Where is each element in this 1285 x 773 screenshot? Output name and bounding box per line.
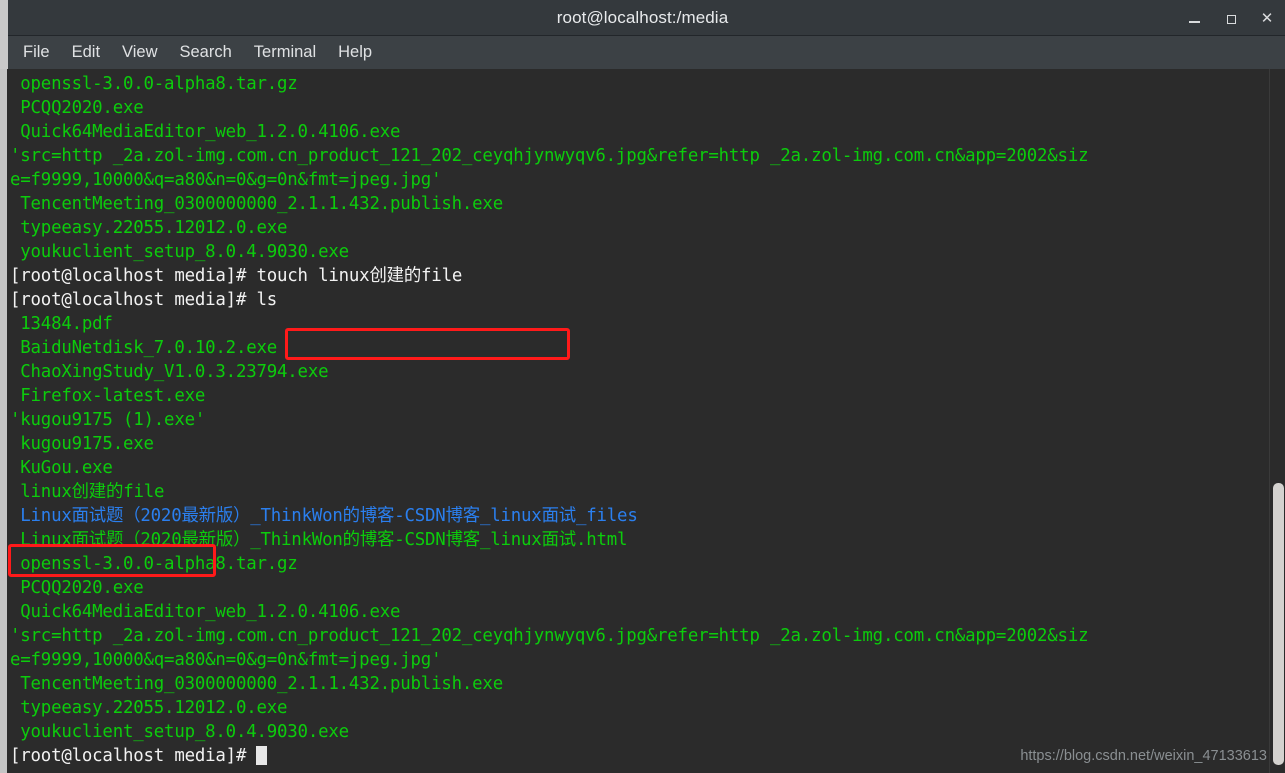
terminal-line: ChaoXingStudy_V1.0.3.23794.exe [10, 362, 329, 382]
menu-bar: File Edit View Search Terminal Help [0, 36, 1285, 69]
terminal-screen[interactable]: openssl-3.0.0-alpha8.tar.gz PCQQ2020.exe… [7, 69, 1269, 773]
terminal-line: e=f9999,10000&q=a80&n=0&g=0n&fmt=jpeg.jp… [10, 650, 442, 670]
terminal-line: PCQQ2020.exe [10, 98, 144, 118]
terminal-window: root@localhost:/media ✕ File Edit View S… [0, 0, 1285, 773]
terminal-body[interactable]: openssl-3.0.0-alpha8.tar.gz PCQQ2020.exe… [0, 69, 1285, 773]
terminal-line: 13484.pdf [10, 314, 113, 334]
terminal-line: youkuclient_setup_8.0.4.9030.exe [10, 722, 349, 742]
title-bar: root@localhost:/media ✕ [0, 0, 1285, 36]
terminal-line: Quick64MediaEditor_web_1.2.0.4106.exe [10, 602, 401, 622]
terminal-line: [root@localhost media]# ls [10, 290, 278, 310]
menu-item-search[interactable]: Search [169, 41, 243, 64]
menu-item-view[interactable]: View [111, 41, 168, 64]
maximize-button[interactable] [1223, 10, 1239, 26]
window-left-edge [0, 0, 8, 36]
terminal-line: Quick64MediaEditor_web_1.2.0.4106.exe [10, 122, 401, 142]
terminal-line: linux创建的file [10, 482, 165, 502]
minimize-button[interactable] [1187, 10, 1203, 26]
terminal-line: typeeasy.22055.12012.0.exe [10, 698, 288, 718]
terminal-line: 'src=http _2a.zol-img.com.cn_product_121… [10, 146, 1089, 166]
menu-item-terminal[interactable]: Terminal [243, 41, 327, 64]
window-title: root@localhost:/media [556, 7, 729, 27]
terminal-line: 'src=http _2a.zol-img.com.cn_product_121… [10, 626, 1089, 646]
terminal-line: Linux面试题（2020最新版）_ThinkWon的博客-CSDN博客_lin… [10, 530, 628, 550]
terminal-cursor [256, 746, 268, 765]
terminal-line: BaiduNetdisk_7.0.10.2.exe [10, 338, 278, 358]
terminal-line: openssl-3.0.0-alpha8.tar.gz [10, 554, 298, 574]
terminal-line: 'kugou9175 (1).exe' [10, 410, 206, 430]
terminal-line: typeeasy.22055.12012.0.exe [10, 218, 288, 238]
menu-item-file[interactable]: File [12, 41, 61, 64]
prompt-text: [root@localhost media]# [10, 746, 257, 766]
terminal-line: youkuclient_setup_8.0.4.9030.exe [10, 242, 349, 262]
terminal-line: e=f9999,10000&q=a80&n=0&g=0n&fmt=jpeg.jp… [10, 170, 442, 190]
terminal-line: KuGou.exe [10, 458, 113, 478]
window-controls: ✕ [1187, 0, 1275, 36]
terminal-line: openssl-3.0.0-alpha8.tar.gz [10, 74, 298, 94]
terminal-line: TencentMeeting_0300000000_2.1.1.432.publ… [10, 194, 503, 214]
terminal-left-rail [0, 69, 7, 773]
terminal-line: [root@localhost media]# touch linux创建的fi… [10, 266, 463, 286]
menubar-left-edge [0, 36, 8, 69]
terminal-line: TencentMeeting_0300000000_2.1.1.432.publ… [10, 674, 503, 694]
terminal-scrollbar[interactable] [1269, 69, 1285, 773]
terminal-line: Firefox-latest.exe [10, 386, 206, 406]
terminal-output: openssl-3.0.0-alpha8.tar.gz PCQQ2020.exe… [7, 69, 1269, 768]
menu-item-help[interactable]: Help [327, 41, 383, 64]
watermark-text: https://blog.csdn.net/weixin_47133613 [1020, 748, 1267, 764]
terminal-line: kugou9175.exe [10, 434, 154, 454]
terminal-line: PCQQ2020.exe [10, 578, 144, 598]
scrollbar-thumb[interactable] [1273, 483, 1284, 765]
menu-item-edit[interactable]: Edit [61, 41, 111, 64]
close-button[interactable]: ✕ [1259, 10, 1275, 26]
terminal-line: Linux面试题（2020最新版）_ThinkWon的博客-CSDN博客_lin… [10, 506, 638, 526]
